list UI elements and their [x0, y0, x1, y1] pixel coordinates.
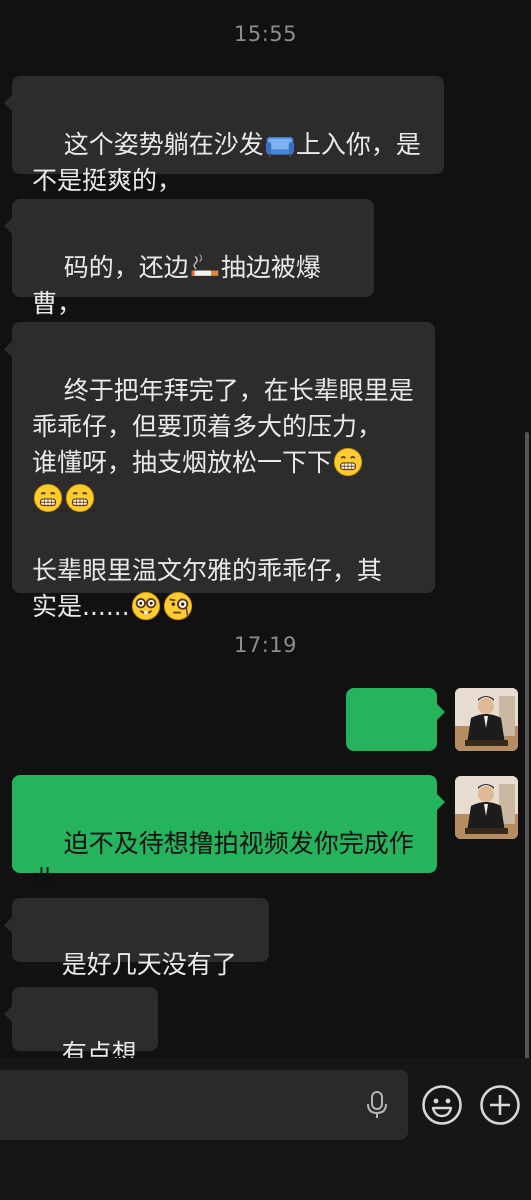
message-text: 谁懂呀，抽支烟放松一下下	[32, 448, 333, 477]
message-bubble-incoming[interactable]: 有点想了	[12, 987, 158, 1104]
bubble-tail	[4, 1006, 12, 1022]
message-text: 迫不及待想撸拍视频发你完成作	[63, 829, 414, 858]
message-bubble-outgoing[interactable]: 迫不及待想撸拍视频发你完成作业	[12, 775, 437, 894]
avatar[interactable]	[455, 776, 518, 839]
nerd-face-emoji	[131, 591, 161, 621]
message-bubble-incoming[interactable]: 是好几天没有了吗	[12, 898, 269, 1015]
message-text: 码的，还边	[63, 253, 189, 282]
message-text: 业	[32, 865, 58, 894]
bubble-tail	[437, 794, 445, 810]
input-bar	[0, 1058, 531, 1200]
message-text: 实是......	[32, 592, 130, 621]
message-text: 终于把年拜完了，在长辈眼里是	[63, 376, 414, 405]
message-bubble-incoming[interactable]: 终于把年拜完了，在长辈眼里是乖乖仔，但要顶着多大的压力， 谁懂呀，抽支烟放松一下下…	[12, 322, 435, 621]
bubble-tail	[4, 95, 12, 111]
monocle-face-emoji	[163, 591, 193, 621]
message-text: 不是挺爽的，	[32, 166, 183, 195]
timestamp: 15:55	[233, 22, 298, 46]
message-input[interactable]	[0, 1070, 408, 1140]
grinning-emoji	[65, 483, 95, 513]
avatar[interactable]	[455, 688, 518, 751]
bubble-tail	[437, 704, 445, 720]
bubble-tail	[4, 917, 12, 933]
message-bubble-incoming[interactable]: 这个姿势躺在沙发 上入你，是不是挺爽的，	[12, 76, 444, 195]
plus-icon[interactable]	[479, 1084, 521, 1126]
message-text: 长辈眼里温文尔雅的乖乖仔，其	[32, 556, 383, 585]
avatar-photo	[455, 688, 518, 751]
timestamp: 17:19	[233, 633, 298, 657]
bubble-tail	[4, 341, 12, 357]
smiley-icon[interactable]	[421, 1084, 463, 1126]
message-bubble-outgoing[interactable]: 对呀	[346, 688, 437, 805]
message-text: 乖乖仔，但要顶着多大的压力，	[32, 412, 383, 441]
message-text: 上入你，是	[295, 130, 421, 159]
grinning-emoji	[33, 483, 63, 513]
message-bubble-incoming[interactable]: 码的，还边抽边被爆曹，hhhh	[12, 199, 374, 354]
scrollbar[interactable]	[525, 432, 529, 1072]
cigarette-emoji	[190, 252, 220, 282]
chat-screen: 15:55 这个姿势躺在沙发 上入你，是不是挺爽的， 码的，还边抽边被爆曹，hhh…	[0, 0, 531, 1200]
sofa-emoji	[265, 129, 295, 159]
microphone-icon[interactable]	[366, 1090, 388, 1120]
grinning-emoji	[333, 447, 363, 477]
avatar-photo	[455, 776, 518, 839]
message-text: 这个姿势躺在沙发	[63, 130, 264, 159]
bubble-tail	[4, 218, 12, 234]
